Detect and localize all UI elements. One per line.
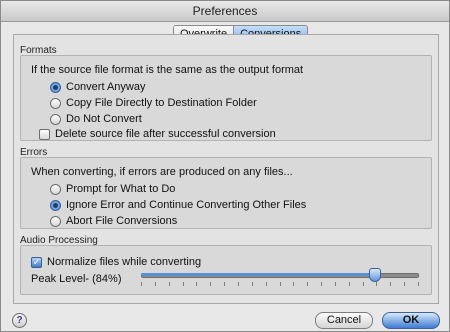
preferences-window: Preferences Overwrite Conversions Format… xyxy=(0,0,450,332)
slider-tick xyxy=(293,282,294,286)
slider-tick xyxy=(390,282,391,286)
peak-level-slider[interactable] xyxy=(141,268,419,291)
slider-knob[interactable] xyxy=(369,268,381,282)
delete-source-option[interactable]: Delete source file after successful conv… xyxy=(39,128,276,140)
ok-button[interactable]: OK xyxy=(382,312,440,329)
format-option-convert-anyway[interactable]: Convert Anyway xyxy=(50,81,145,93)
errors-prompt: When converting, if errors are produced … xyxy=(31,166,293,178)
normalize-checkbox[interactable]: ✓ xyxy=(31,256,42,268)
slider-tick xyxy=(404,282,405,286)
radio-ignore[interactable] xyxy=(50,199,61,211)
label-delete-source: Delete source file after successful conv… xyxy=(55,128,276,140)
label-abort: Abort File Conversions xyxy=(66,215,178,227)
slider-tick xyxy=(280,282,281,286)
slider-tick xyxy=(418,282,419,286)
slider-tick xyxy=(349,282,350,286)
slider-tick xyxy=(183,282,184,286)
error-option-abort[interactable]: Abort File Conversions xyxy=(50,215,177,227)
label-convert-anyway: Convert Anyway xyxy=(66,81,146,93)
slider-tick xyxy=(321,282,322,286)
label-normalize: Normalize files while converting xyxy=(47,256,202,268)
slider-tick xyxy=(376,282,377,286)
conversions-panel: Formats If the source file format is the… xyxy=(13,34,439,304)
help-button[interactable]: ? xyxy=(12,313,27,328)
peak-level-label: Peak Level- (84%) xyxy=(31,273,122,285)
formats-prompt: If the source file format is the same as… xyxy=(31,64,303,76)
error-option-prompt[interactable]: Prompt for What to Do xyxy=(50,183,175,195)
format-option-do-not-convert[interactable]: Do Not Convert xyxy=(50,113,142,125)
radio-convert-anyway[interactable] xyxy=(50,81,61,93)
delete-source-checkbox[interactable] xyxy=(39,128,50,140)
label-prompt: Prompt for What to Do xyxy=(66,183,176,195)
slider-tick xyxy=(252,282,253,286)
peak-level-text: Peak Level- (84%) xyxy=(31,273,122,285)
format-option-copy-directly[interactable]: Copy File Directly to Destination Folder xyxy=(50,97,257,109)
error-option-ignore[interactable]: Ignore Error and Continue Converting Oth… xyxy=(50,199,306,211)
slider-tick xyxy=(196,282,197,286)
window-title: Preferences xyxy=(1,1,449,22)
slider-tick xyxy=(266,282,267,286)
radio-copy-directly[interactable] xyxy=(50,97,61,109)
label-ignore: Ignore Error and Continue Converting Oth… xyxy=(66,199,307,211)
label-do-not-convert: Do Not Convert xyxy=(66,113,142,125)
slider-tick xyxy=(224,282,225,286)
cancel-button[interactable]: Cancel xyxy=(315,312,373,329)
label-copy-directly: Copy File Directly to Destination Folder xyxy=(66,97,257,109)
slider-tick xyxy=(141,282,142,286)
formats-prompt-text: If the source file format is the same as… xyxy=(31,64,304,76)
slider-tick xyxy=(210,282,211,286)
formats-group: If the source file format is the same as… xyxy=(20,55,432,141)
slider-tick xyxy=(307,282,308,286)
errors-prompt-text: When converting, if errors are produced … xyxy=(31,166,293,178)
radio-do-not-convert[interactable] xyxy=(50,113,61,125)
radio-prompt[interactable] xyxy=(50,183,61,195)
slider-tick xyxy=(155,282,156,286)
slider-tick xyxy=(238,282,239,286)
normalize-option[interactable]: ✓ Normalize files while converting xyxy=(31,256,201,268)
errors-group: When converting, if errors are produced … xyxy=(20,157,432,229)
radio-abort[interactable] xyxy=(50,215,61,227)
slider-tick xyxy=(335,282,336,286)
slider-ticks xyxy=(141,282,419,286)
slider-fill xyxy=(141,273,375,276)
slider-tick xyxy=(169,282,170,286)
slider-tick xyxy=(363,282,364,286)
